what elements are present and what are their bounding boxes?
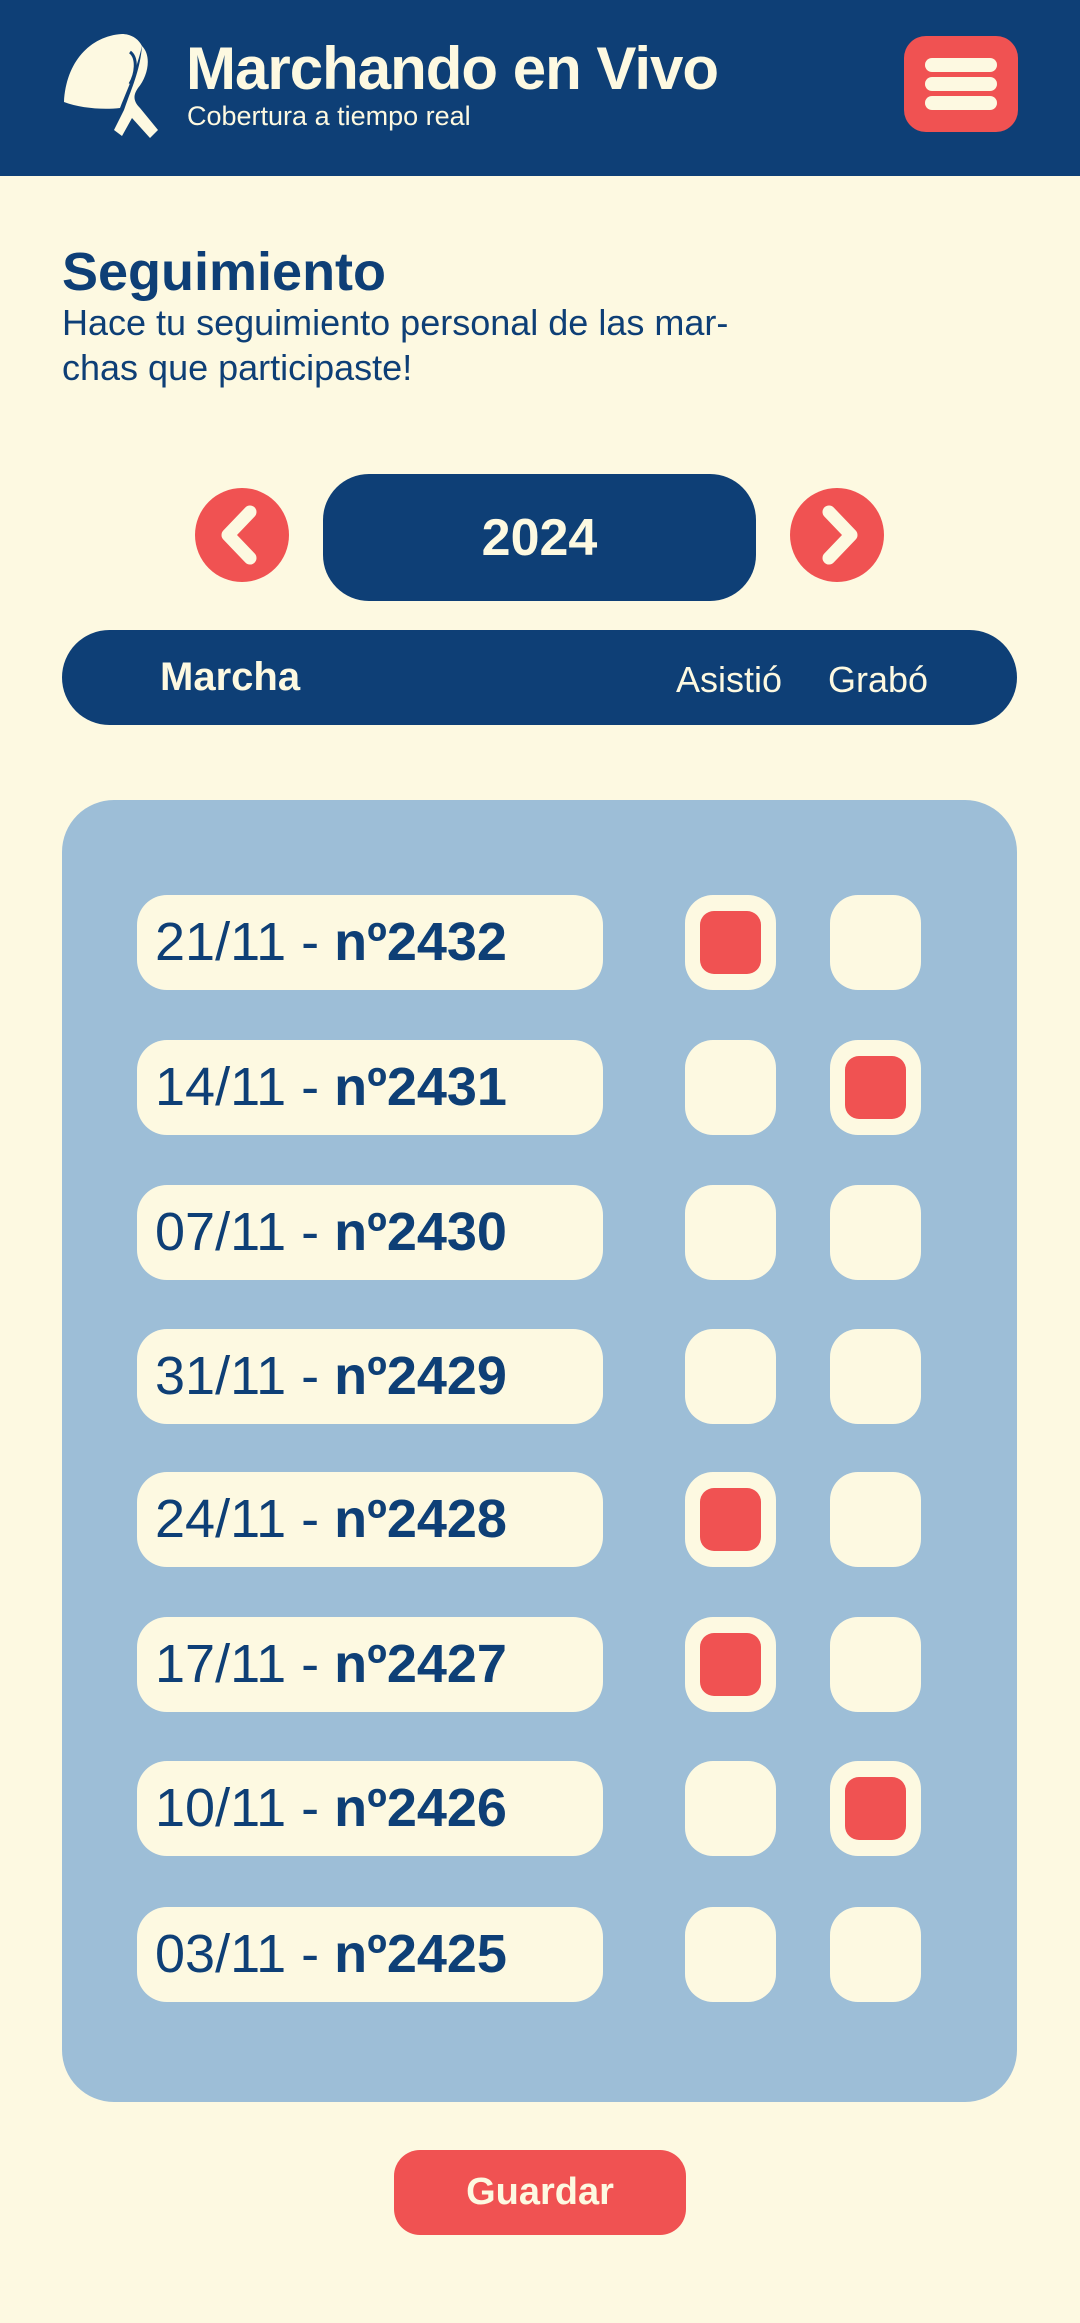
marcha-number: nº2432 [334,912,507,972]
menu-bar [925,77,997,91]
marcha-number: nº2427 [334,1634,507,1694]
marcha-date: 03/11 - [155,1924,335,1984]
chevron-right-icon [822,505,858,565]
marcha-label: 14/11 - nº2431 [137,1040,603,1135]
marcha-row: 10/11 - nº2426 [62,1761,1017,1856]
column-header-marcha: Marcha [160,655,301,699]
marcha-row: 07/11 - nº2430 [62,1185,1017,1280]
checkbox-mark [845,1777,906,1840]
year-selector[interactable]: 2024 [323,474,756,601]
column-header-grabo: Grabó [828,659,929,700]
headscarf-logo-icon [64,34,158,138]
marcha-number: nº2430 [334,1202,507,1262]
asistio-checkbox[interactable] [685,1329,776,1424]
asistio-checkbox[interactable] [685,1472,776,1567]
menu-bar [925,96,997,110]
grabo-checkbox[interactable] [830,1040,921,1135]
description-line-1: Hace tu seguimiento personal de las mar- [62,302,729,343]
grabo-checkbox[interactable] [830,1617,921,1712]
marcha-number: nº2425 [334,1924,507,1984]
marcha-label: 21/11 - nº2432 [137,895,603,990]
grabo-checkbox[interactable] [830,895,921,990]
marcha-label: 10/11 - nº2426 [137,1761,603,1856]
chevron-left-icon [221,505,257,565]
marcha-date: 24/11 - [155,1489,335,1549]
grabo-checkbox[interactable] [830,1472,921,1567]
marcha-row: 03/11 - nº2425 [62,1907,1017,2002]
marcha-label: 17/11 - nº2427 [137,1617,603,1712]
checkbox-mark [700,911,761,974]
marcha-label: 24/11 - nº2428 [137,1472,603,1567]
app-header: Marchando en Vivo Cobertura a tiempo rea… [0,0,1080,176]
marcha-row: 24/11 - nº2428 [62,1472,1017,1567]
checkbox-mark [700,1488,761,1551]
save-button[interactable]: Guardar [394,2150,686,2235]
marcha-row: 17/11 - nº2427 [62,1617,1017,1712]
checkbox-mark [845,1056,906,1119]
marchas-list: 21/11 - nº2432 14/11 - nº2431 07/11 - nº24… [62,800,1017,2102]
grabo-checkbox[interactable] [830,1329,921,1424]
marcha-row: 14/11 - nº2431 [62,1040,1017,1135]
marcha-label: 07/11 - nº2430 [137,1185,603,1280]
marcha-number: nº2431 [334,1057,507,1117]
marcha-label: 31/11 - nº2429 [137,1329,603,1424]
app-title: Marchando en Vivo [186,35,719,102]
description-line-2: chas que participaste! [62,347,413,388]
marcha-row: 31/11 - nº2429 [62,1329,1017,1424]
marcha-date: 14/11 - [155,1057,335,1117]
grabo-checkbox[interactable] [830,1761,921,1856]
marcha-number: nº2428 [334,1489,507,1549]
checkbox-mark [700,1633,761,1696]
marcha-date: 17/11 - [155,1634,335,1694]
asistio-checkbox[interactable] [685,1040,776,1135]
asistio-checkbox[interactable] [685,1617,776,1712]
table-header: Marcha Asistió Grabó [62,630,1017,725]
next-year-button[interactable] [790,488,884,582]
asistio-checkbox[interactable] [685,1761,776,1856]
page-description: Hace tu seguimiento personal de las mar-… [62,300,792,390]
hamburger-menu-icon [925,58,997,72]
hamburger-menu-button[interactable] [904,36,1018,132]
grabo-checkbox[interactable] [830,1907,921,2002]
marcha-label: 03/11 - nº2425 [137,1907,603,2002]
previous-year-button[interactable] [195,488,289,582]
marcha-number: nº2426 [334,1778,507,1838]
marcha-date: 07/11 - [155,1202,335,1262]
marcha-row: 21/11 - nº2432 [62,895,1017,990]
marcha-date: 10/11 - [155,1778,335,1838]
asistio-checkbox[interactable] [685,1907,776,2002]
grabo-checkbox[interactable] [830,1185,921,1280]
app-subtitle: Cobertura a tiempo real [187,101,471,131]
page-title: Seguimiento [62,242,387,302]
asistio-checkbox[interactable] [685,1185,776,1280]
marcha-number: nº2429 [334,1346,507,1406]
column-header-asistio: Asistió [676,659,783,700]
asistio-checkbox[interactable] [685,895,776,990]
marcha-date: 31/11 - [155,1346,335,1406]
marcha-date: 21/11 - [155,912,335,972]
